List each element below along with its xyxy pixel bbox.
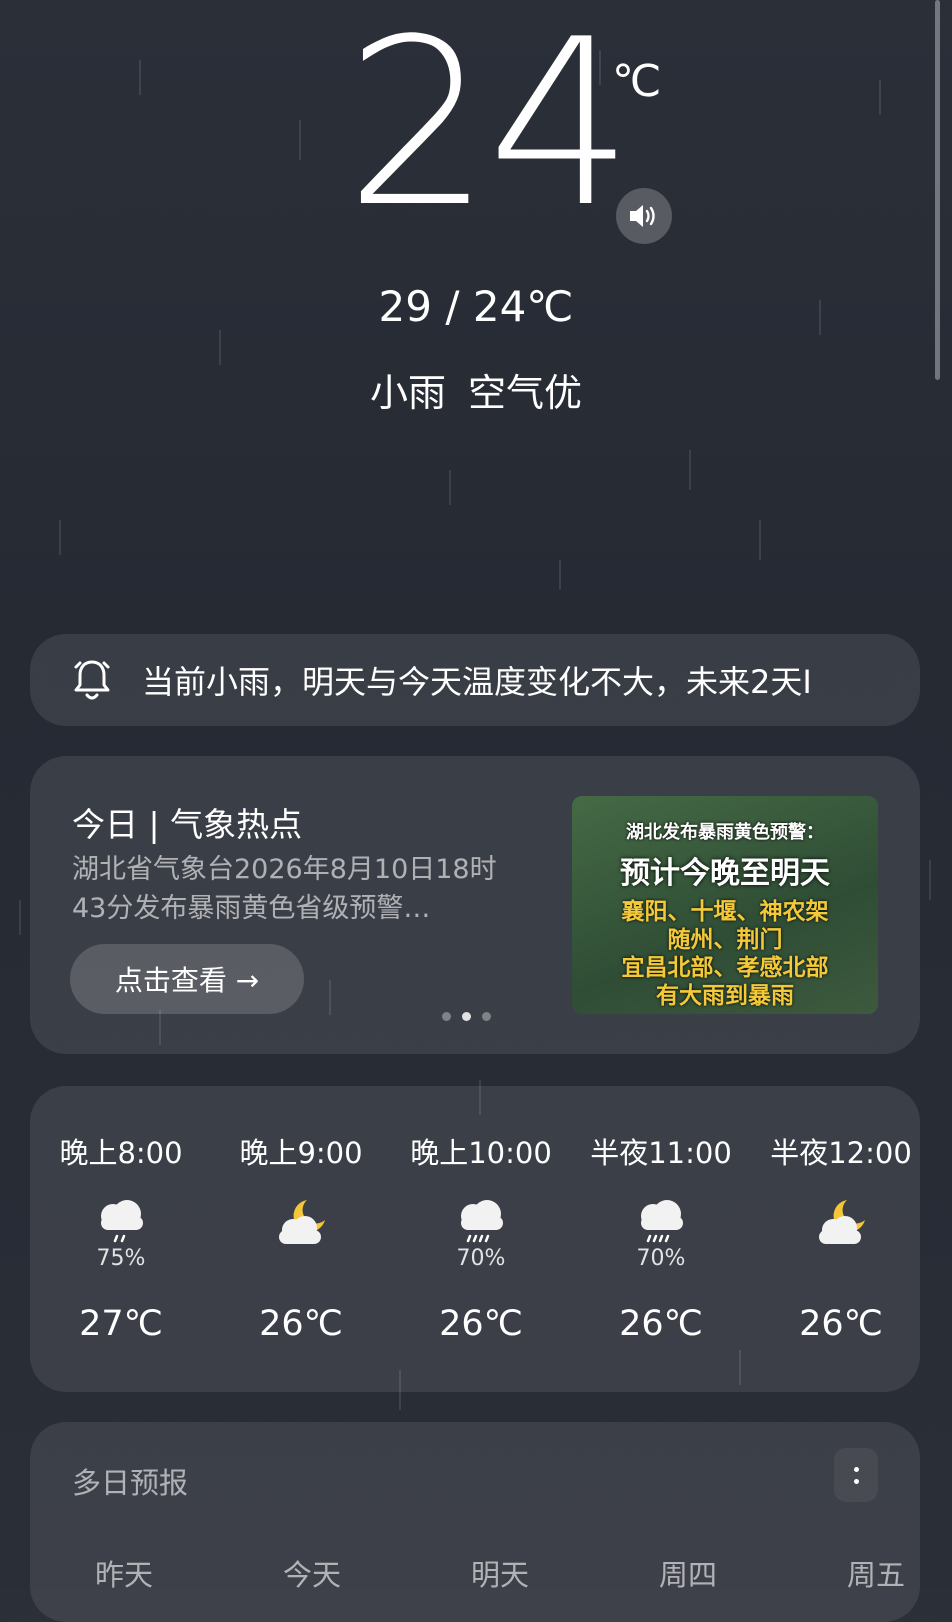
- day-label: 明天: [470, 1558, 529, 1592]
- condition-line: 小雨 空气优: [0, 362, 952, 417]
- carousel-dot: [482, 1012, 491, 1021]
- hour-temp: 27℃: [79, 1304, 163, 1344]
- more-dot: [853, 1466, 859, 1472]
- hour-time: 晚上10:00: [410, 1136, 552, 1170]
- hour-time: 半夜12:00: [770, 1136, 912, 1170]
- hour-temp: 26℃: [619, 1304, 703, 1344]
- hour-time: 晚上8:00: [59, 1136, 183, 1170]
- hour-time: 半夜11:00: [590, 1136, 732, 1170]
- hour-temp: 26℃: [799, 1304, 883, 1344]
- alert-text: 当前小雨，明天与今天温度变化不大，未来2天I: [142, 663, 812, 701]
- temperature-range: 29 / 24℃: [378, 282, 574, 331]
- rain-icon: [641, 1200, 683, 1243]
- weather-news-card[interactable]: 今日 | 气象热点 湖北省气象台2026年8月10日18时43分发布暴雨黄色省级…: [30, 756, 920, 1054]
- multi-day-forecast[interactable]: 多日预报 昨天 今天 明天 周四 周五: [30, 1422, 920, 1622]
- daily-forecast-title: 多日预报: [72, 1466, 189, 1500]
- day-label: 周五: [846, 1558, 905, 1592]
- day-label: 周四: [658, 1558, 717, 1592]
- hour-temp: 26℃: [439, 1304, 523, 1344]
- precipitation-chance: 75%: [96, 1246, 146, 1271]
- partly-cloudy-night-icon: [819, 1200, 865, 1244]
- view-details-button[interactable]: 点击查看 →: [70, 944, 304, 1014]
- day-label: 今天: [282, 1558, 341, 1592]
- more-options-button[interactable]: [834, 1448, 878, 1502]
- news-title: 今日 | 气象热点: [72, 805, 303, 844]
- precipitation-chance: 70%: [636, 1246, 686, 1271]
- speaker-icon: [630, 205, 655, 227]
- more-dot: [853, 1478, 859, 1484]
- carousel-dot: [442, 1012, 451, 1021]
- current-temperature: 24: [345, 0, 634, 258]
- temperature-unit: ℃: [612, 56, 662, 107]
- carousel-dot-active: [462, 1012, 471, 1021]
- thumbnail-regions: 襄阳、十堰、神农架 随州、荆门 宜昌北部、孝感北部 有大雨到暴雨: [621, 899, 829, 1009]
- precipitation-chance: 70%: [456, 1246, 506, 1271]
- weather-condition: 小雨: [369, 371, 446, 415]
- news-description: 湖北省气象台2026年8月10日18时43分发布暴雨黄色省级预警…: [72, 854, 497, 924]
- news-thumbnail[interactable]: 湖北发布暴雨黄色预警： 预计今晚至明天 襄阳、十堰、神农架 随州、荆门 宜昌北部…: [572, 796, 878, 1014]
- rain-icon: [461, 1200, 503, 1243]
- carousel-indicator: [442, 1012, 491, 1021]
- hour-temp: 26℃: [259, 1304, 343, 1344]
- partly-cloudy-night-icon: [279, 1200, 325, 1244]
- thumbnail-headline: 湖北发布暴雨黄色预警：: [626, 822, 824, 843]
- day-label: 昨天: [94, 1558, 153, 1592]
- bell-icon: [74, 660, 110, 700]
- speaker-button[interactable]: [616, 188, 672, 244]
- air-quality[interactable]: 空气优: [468, 371, 582, 415]
- hour-time: 晚上9:00: [239, 1136, 363, 1170]
- weather-alert-banner[interactable]: 当前小雨，明天与今天温度变化不大，未来2天I: [30, 634, 920, 726]
- thumbnail-subhead: 预计今晚至明天: [620, 856, 830, 891]
- hourly-forecast[interactable]: 晚上8:00 75% 27℃ 晚上9:00 26℃ 晚上10:00 70% 26…: [30, 1086, 920, 1392]
- light-rain-icon: [101, 1200, 143, 1243]
